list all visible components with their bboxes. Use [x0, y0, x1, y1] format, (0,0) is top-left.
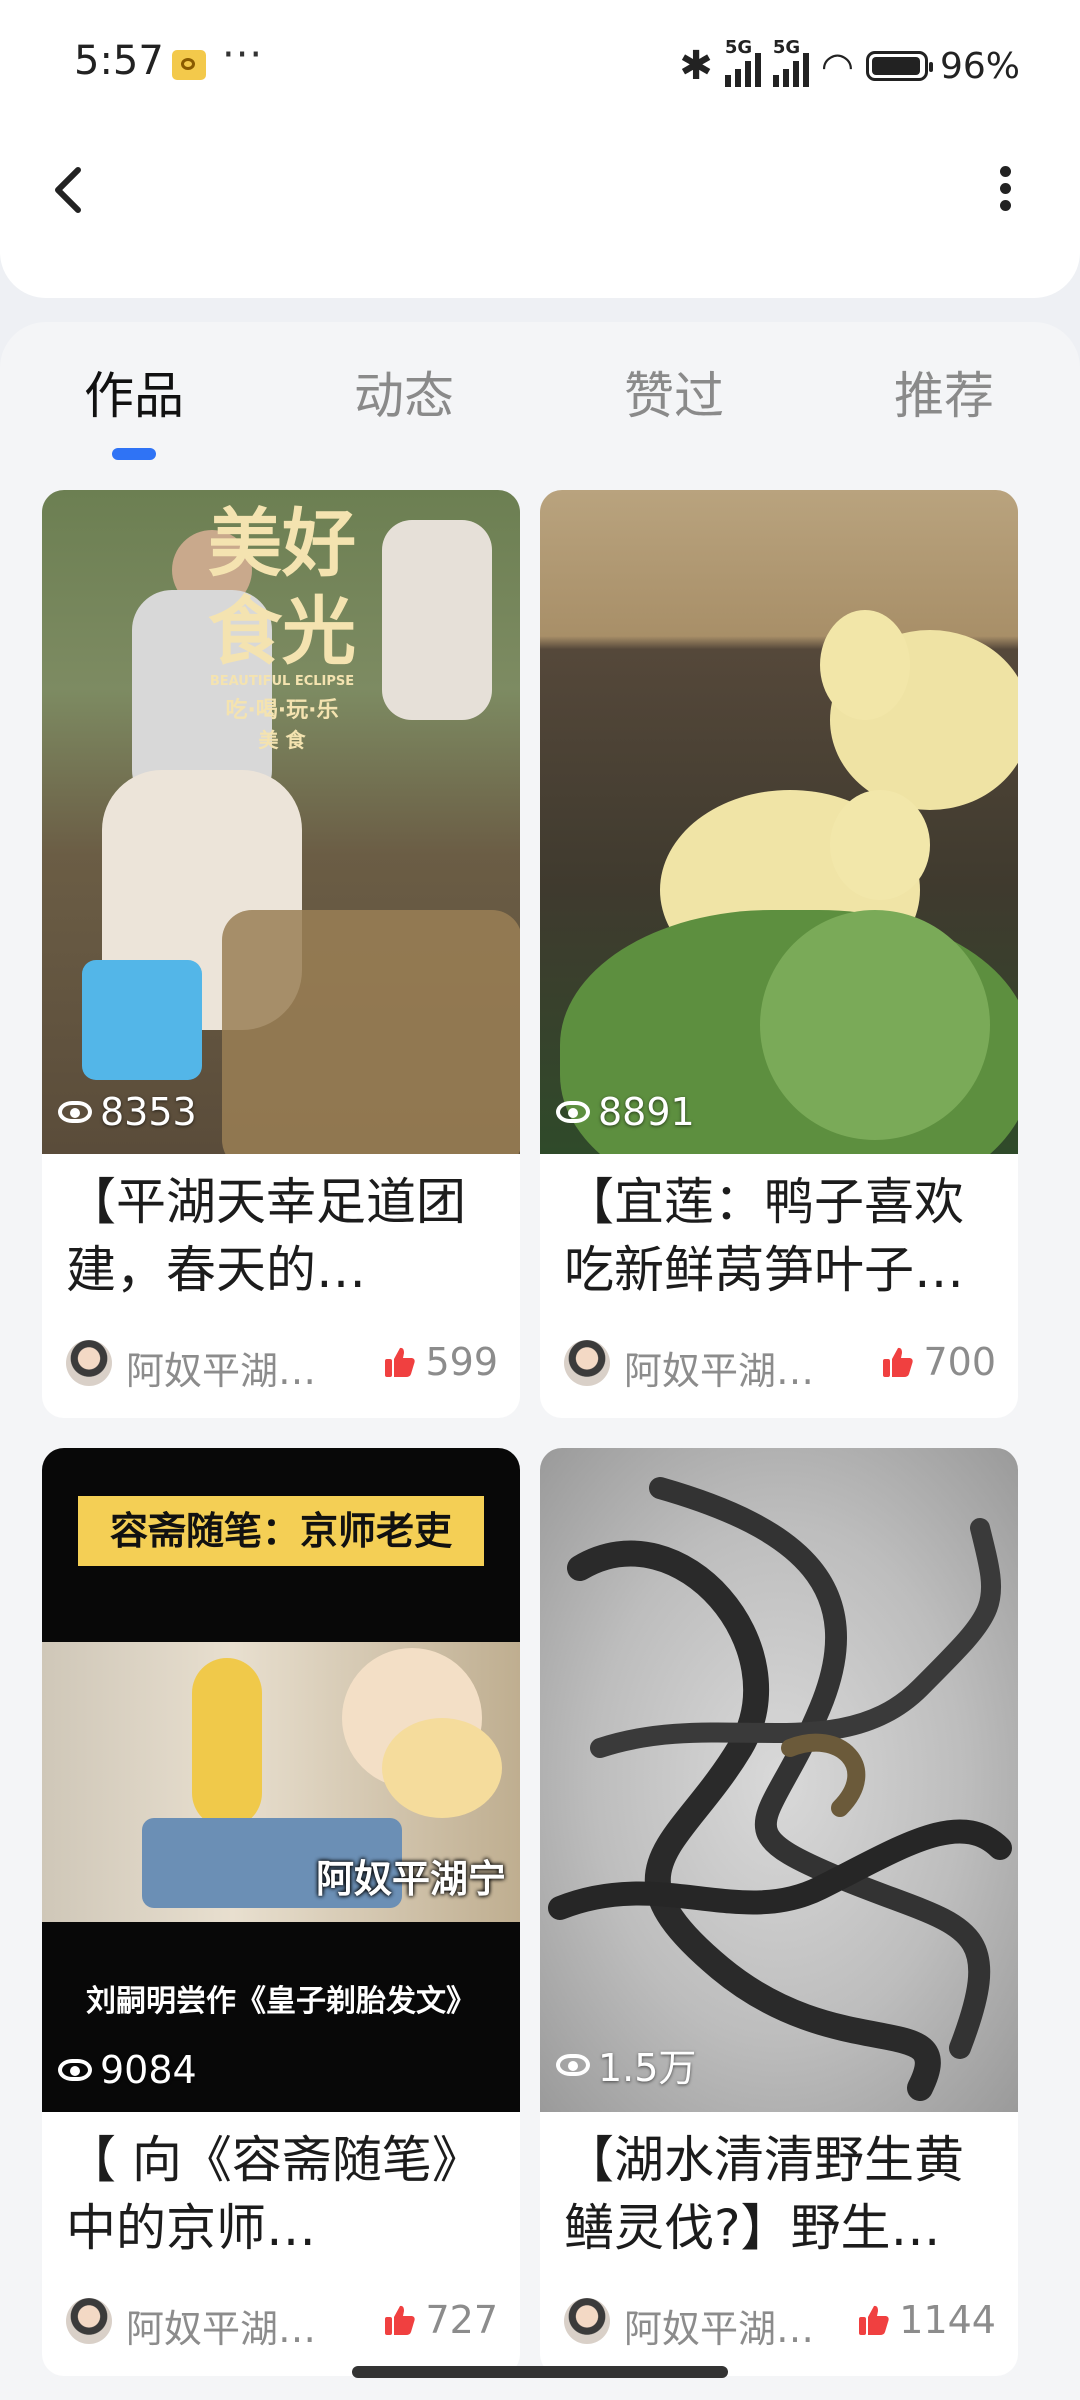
wifi-icon: ◠ — [820, 44, 854, 88]
back-button[interactable] — [40, 160, 100, 220]
video-title-2[interactable]: 【宜莲：鸭子喜欢吃新鲜莴笋叶子… — [540, 1154, 1018, 1318]
tab-activity[interactable]: 动态 — [354, 356, 454, 428]
view-count-3: 9084 — [58, 2048, 197, 2092]
cover-tagline: 吃·喝·玩·乐 — [225, 698, 339, 723]
eye-icon — [556, 2053, 590, 2076]
like-count-2[interactable]: 700 — [881, 1340, 996, 1384]
cover-caption: 刘嗣明尝作《皇子剃胎发文》 — [86, 1984, 476, 2019]
battery-percent: 96% — [939, 45, 1020, 87]
battery-icon — [865, 51, 933, 81]
status-bar: 5:57 ··· ✱ 5G 5G ◠ 96% — [0, 0, 1080, 130]
thumbs-up-icon — [883, 1347, 914, 1377]
thumbs-up-icon — [859, 2305, 889, 2335]
like-count-4[interactable]: 1144 — [857, 2298, 996, 2342]
view-count-2: 8891 — [556, 1090, 695, 1134]
avatar[interactable] — [564, 2298, 610, 2344]
eye-icon — [58, 2059, 92, 2081]
video-title-1[interactable]: 【平湖天幸足道团建，春天的… — [42, 1154, 520, 1318]
author-name-2[interactable]: 阿奴平湖… — [624, 1340, 834, 1395]
home-indicator[interactable] — [352, 2366, 728, 2378]
tab-works[interactable]: 作品 — [84, 356, 184, 428]
video-card-3[interactable]: 容斋随笔：京师老吏 阿奴平湖宁 刘嗣明尝作《皇子剃胎发文》 9084 【 向《容… — [42, 1448, 520, 2376]
card-meta-1: 阿奴平湖… 599 — [42, 1318, 520, 1418]
video-thumbnail-2[interactable]: 8891 — [540, 490, 1018, 1154]
app-notification-icon — [172, 50, 206, 80]
more-notifications-icon: ··· — [222, 32, 264, 78]
author-name-3[interactable]: 阿奴平湖… — [126, 2298, 336, 2353]
avatar[interactable] — [66, 2298, 112, 2344]
signal-icon-2: 5G — [772, 37, 809, 87]
video-thumbnail-1[interactable]: 美好食光 BEAUTIFUL ECLIPSE 吃·喝·玩·乐 美 食 8353 — [42, 490, 520, 1154]
view-count-4: 1.5万 — [556, 2037, 696, 2092]
like-count-1[interactable]: 599 — [383, 1340, 498, 1384]
card-meta-4: 阿奴平湖… 1144 — [540, 2276, 1018, 2376]
eel-image — [548, 1477, 1012, 2101]
video-title-3[interactable]: 【 向《容斋随笔》中的京师… — [42, 2112, 520, 2276]
video-thumbnail-3[interactable]: 容斋随笔：京师老吏 阿奴平湖宁 刘嗣明尝作《皇子剃胎发文》 9084 — [42, 1448, 520, 2112]
chevron-left-icon — [55, 167, 81, 213]
signal-type-label-1: 5G — [724, 37, 753, 58]
author-name-4[interactable]: 阿奴平湖… — [624, 2298, 834, 2353]
video-thumbnail-4[interactable]: 1.5万 — [540, 1448, 1018, 2112]
like-count-3[interactable]: 727 — [383, 2298, 498, 2342]
tab-liked[interactable]: 赞过 — [624, 356, 724, 428]
avatar[interactable] — [564, 1340, 610, 1386]
avatar[interactable] — [66, 1340, 112, 1386]
more-options-button[interactable] — [980, 160, 1030, 224]
cover-badge: 美 食 — [258, 728, 306, 752]
thumbs-up-icon — [385, 1347, 416, 1377]
video-card-2[interactable]: 8891 【宜莲：鸭子喜欢吃新鲜莴笋叶子… 阿奴平湖… 700 — [540, 490, 1018, 1418]
cover-subtitle: BEAUTIFUL ECLIPSE — [209, 674, 355, 689]
cover-title: 美好食光 — [208, 501, 356, 675]
card-meta-2: 阿奴平湖… 700 — [540, 1318, 1018, 1418]
video-card-4[interactable]: 1.5万 【湖水清清野生黄鳝灵伐?】野生… 阿奴平湖… 1144 — [540, 1448, 1018, 2376]
video-title-4[interactable]: 【湖水清清野生黄鳝灵伐?】野生… — [540, 2112, 1018, 2276]
cover-banner: 容斋随笔：京师老吏 — [78, 1496, 484, 1566]
cover-watermark: 阿奴平湖宁 — [316, 1857, 507, 1901]
status-time: 5:57 — [74, 38, 164, 84]
signal-type-label-2: 5G — [772, 37, 801, 58]
card-meta-3: 阿奴平湖… 727 — [42, 2276, 520, 2376]
bluetooth-icon: ✱ — [679, 43, 713, 89]
thumbs-up-icon — [385, 2305, 416, 2335]
signal-icon-1: 5G — [724, 37, 761, 87]
active-tab-indicator — [112, 448, 156, 460]
view-count-1: 8353 — [58, 1090, 197, 1134]
tab-recommend[interactable]: 推荐 — [894, 356, 994, 428]
top-bar: 5:57 ··· ✱ 5G 5G ◠ 96% — [0, 0, 1080, 298]
content-panel: 作品 动态 赞过 推荐 美好食光 BEAUTIFUL ECLIPSE 吃·喝·玩… — [0, 322, 1080, 2400]
eye-icon — [556, 1101, 590, 1123]
video-card-1[interactable]: 美好食光 BEAUTIFUL ECLIPSE 吃·喝·玩·乐 美 食 8353 … — [42, 490, 520, 1418]
status-icons: ✱ 5G 5G ◠ 96% — [679, 36, 1020, 96]
tab-bar: 作品 动态 赞过 推荐 — [0, 322, 1080, 472]
author-name-1[interactable]: 阿奴平湖… — [126, 1340, 336, 1395]
eye-icon — [58, 1101, 92, 1123]
more-vertical-icon — [999, 166, 1011, 177]
